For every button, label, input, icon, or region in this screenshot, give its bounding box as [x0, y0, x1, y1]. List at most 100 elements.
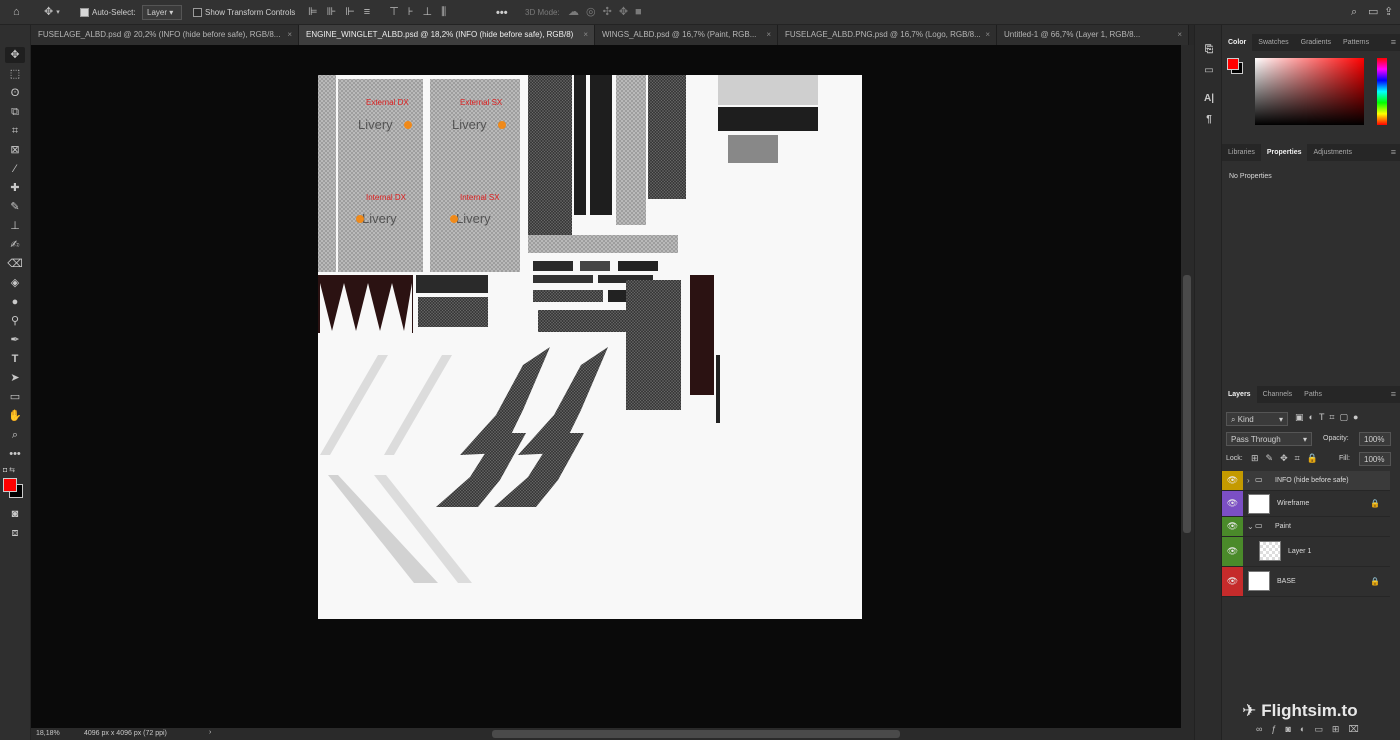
panel-menu-icon[interactable]: ≡ — [1391, 144, 1396, 161]
comments-panel-icon[interactable]: ▭ — [1201, 63, 1217, 79]
eye-icon[interactable]: 👁 — [1222, 491, 1243, 516]
share-icon[interactable]: ⇪ — [1384, 0, 1393, 25]
layer-row-paint[interactable]: 👁 ⌄ ▭ Paint — [1222, 517, 1390, 537]
mask-icon[interactable]: ◙ — [1285, 724, 1299, 734]
status-arrow-icon[interactable]: › — [209, 729, 211, 736]
align-bottom-icon[interactable]: ⊥ — [423, 0, 433, 25]
tab-wings-albd[interactable]: WINGS_ALBD.psd @ 16,7% (Paint, RGB... × — [595, 25, 778, 45]
move-tool-preset-icon[interactable]: ✥ ▾ — [44, 0, 60, 25]
align-top-icon[interactable]: ⊤ — [389, 0, 399, 25]
panel-menu-icon[interactable]: ≡ — [1391, 34, 1396, 51]
paragraph-panel-icon[interactable]: ¶ — [1201, 112, 1217, 128]
chevron-down-icon[interactable]: ⌄ — [1247, 522, 1254, 531]
eye-icon[interactable]: 👁 — [1222, 567, 1243, 596]
align-middle-icon[interactable]: ⊦ — [408, 0, 414, 25]
tab-engine-winglet[interactable]: ENGINE_WINGLET_ALBD.psd @ 18,2% (INFO (h… — [299, 25, 595, 45]
lock-buttons[interactable]: ⊞✎✥⌗🔒 — [1251, 453, 1325, 464]
show-transform-checkbox[interactable]: Show Transform Controls — [193, 0, 295, 25]
hue-slider[interactable] — [1377, 58, 1387, 125]
blur-tool-icon[interactable]: ● — [5, 294, 25, 310]
tab-adjustments[interactable]: Adjustments — [1307, 144, 1358, 161]
close-icon[interactable]: × — [766, 25, 771, 45]
3d-drag-icon[interactable]: ✣ — [603, 0, 612, 25]
quick-mask-icon[interactable]: ◙ — [5, 506, 25, 522]
fg-color-swatch-small[interactable] — [1227, 58, 1239, 70]
layer-filter-icons[interactable]: ▣◐T⌗▢● — [1295, 412, 1363, 423]
eye-icon[interactable]: 👁 — [1222, 471, 1243, 490]
opacity-input[interactable]: 100% — [1359, 432, 1391, 446]
object-select-tool-icon[interactable]: ⧉ — [5, 104, 25, 120]
fx-icon[interactable]: ƒ — [1271, 724, 1285, 734]
screen-mode-icon[interactable]: ⧈ — [5, 525, 25, 541]
tab-properties[interactable]: Properties — [1260, 144, 1308, 161]
close-icon[interactable]: × — [287, 25, 292, 45]
dodge-tool-icon[interactable]: ⚲ — [5, 313, 25, 329]
vertical-scroll-thumb[interactable] — [1183, 275, 1191, 533]
close-icon[interactable]: × — [985, 25, 990, 45]
document-canvas[interactable]: External DX External SX Internal DX Inte… — [318, 75, 862, 619]
3d-roll-icon[interactable]: ◎ — [586, 0, 596, 25]
chevron-right-icon[interactable]: › — [1247, 476, 1250, 485]
zoom-level[interactable]: 18,18% — [36, 730, 60, 737]
trash-icon[interactable]: ⌧ — [1348, 724, 1367, 734]
eye-icon[interactable]: 👁 — [1222, 537, 1243, 566]
auto-select-checkbox[interactable]: Auto-Select: — [80, 0, 136, 25]
close-icon[interactable]: × — [1177, 25, 1182, 45]
home-icon[interactable]: ⌂ — [13, 0, 20, 25]
tab-gradients[interactable]: Gradients — [1295, 34, 1337, 51]
default-colors-icon[interactable]: ◘ ⇆ — [3, 466, 15, 474]
layer-row-info[interactable]: 👁 › ▭ INFO (hide before safe) — [1222, 471, 1390, 491]
lasso-tool-icon[interactable]: ʘ — [5, 85, 25, 101]
healing-brush-tool-icon[interactable]: ✚ — [5, 180, 25, 196]
tab-fuselage-png[interactable]: FUSELAGE_ALBD.PNG.psd @ 16,7% (Logo, RGB… — [778, 25, 997, 45]
character-panel-icon[interactable]: A| — [1201, 91, 1217, 107]
tab-swatches[interactable]: Swatches — [1252, 34, 1294, 51]
layer-row-base[interactable]: 👁 BASE 🔒 — [1222, 567, 1390, 597]
frame-tool-icon[interactable]: ⊠ — [5, 142, 25, 158]
eye-icon[interactable]: 👁 — [1222, 517, 1243, 536]
distribute-v-icon[interactable]: ≡ — [364, 0, 370, 25]
3d-camera-icon[interactable]: ■ — [635, 0, 642, 25]
tab-patterns[interactable]: Patterns — [1337, 34, 1375, 51]
marquee-tool-icon[interactable]: ⬚ — [5, 66, 25, 82]
color-field[interactable] — [1255, 58, 1364, 125]
edit-toolbar-icon[interactable]: ••• — [5, 446, 25, 462]
foreground-color-swatch[interactable] — [3, 478, 17, 492]
panel-menu-icon[interactable]: ≡ — [1391, 386, 1396, 403]
horizontal-scroll-thumb[interactable] — [492, 730, 900, 738]
history-panel-icon[interactable]: ⎘ — [1201, 42, 1217, 58]
hand-tool-icon[interactable]: ✋ — [5, 408, 25, 424]
tab-color[interactable]: Color — [1222, 34, 1253, 51]
layer-row-wireframe[interactable]: 👁 Wireframe 🔒 — [1222, 491, 1390, 517]
crop-tool-icon[interactable]: ⌗ — [5, 123, 25, 139]
more-options-button[interactable]: ••• — [496, 0, 508, 25]
align-right-icon[interactable]: ⊩ — [345, 0, 355, 25]
eraser-tool-icon[interactable]: ⌫ — [5, 256, 25, 272]
clone-stamp-tool-icon[interactable]: ⊥ — [5, 218, 25, 234]
link-icon[interactable]: ∞ — [1256, 724, 1271, 734]
align-left-icon[interactable]: ⊫ — [308, 0, 318, 25]
align-center-h-icon[interactable]: ⊪ — [327, 0, 337, 25]
fill-input[interactable]: 100% — [1359, 452, 1391, 466]
distribute-h-icon[interactable]: ⫼ — [441, 0, 446, 25]
zoom-tool-icon[interactable]: ⌕ — [5, 427, 25, 443]
tab-libraries[interactable]: Libraries — [1222, 144, 1261, 161]
adjustment-icon[interactable]: ◐ — [1300, 724, 1314, 734]
tab-fuselage-albd[interactable]: FUSELAGE_ALBD.psd @ 20,2% (INFO (hide be… — [31, 25, 299, 45]
close-icon[interactable]: × — [583, 25, 588, 45]
group-icon[interactable]: ▭ — [1314, 724, 1332, 734]
3d-slide-icon[interactable]: ✥ — [619, 0, 628, 25]
workspace-icon[interactable]: ▭ — [1368, 0, 1378, 25]
filter-kind-dropdown[interactable]: ⌕ Kind ▾ — [1226, 412, 1288, 426]
brush-tool-icon[interactable]: ✎ — [5, 199, 25, 215]
3d-orbit-icon[interactable]: ☁ — [568, 0, 579, 25]
blend-mode-dropdown[interactable]: Pass Through ▾ — [1226, 432, 1312, 446]
pen-tool-icon[interactable]: ✒ — [5, 332, 25, 348]
tab-channels[interactable]: Channels — [1257, 386, 1299, 403]
paint-bucket-tool-icon[interactable]: ◈ — [5, 275, 25, 291]
tab-untitled-1[interactable]: Untitled-1 @ 66,7% (Layer 1, RGB/8... × — [997, 25, 1189, 45]
history-brush-tool-icon[interactable]: ✍ — [5, 237, 25, 253]
tab-paths[interactable]: Paths — [1298, 386, 1328, 403]
type-tool-icon[interactable]: T — [5, 351, 25, 367]
tab-layers[interactable]: Layers — [1222, 386, 1257, 403]
